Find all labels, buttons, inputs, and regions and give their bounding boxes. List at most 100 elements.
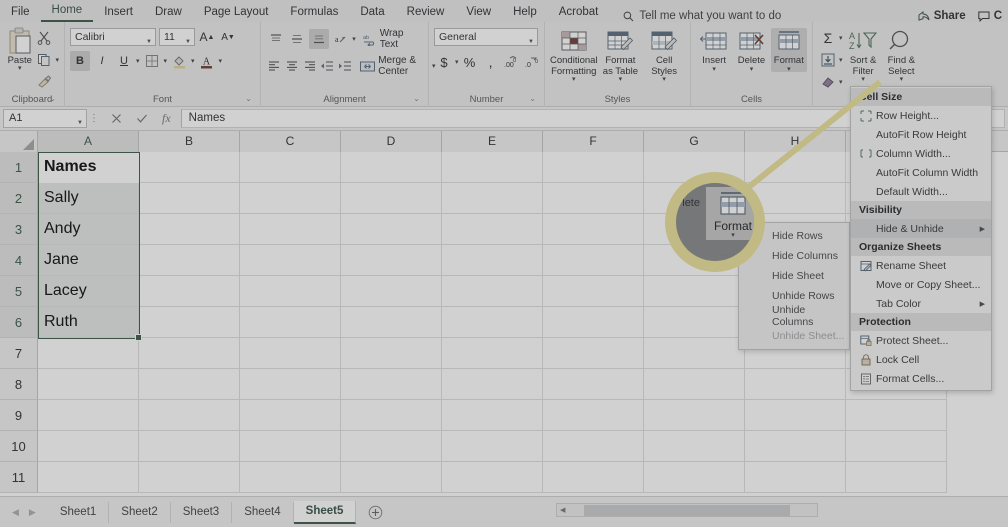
menu-item-row-height[interactable]: Row Height... (851, 106, 991, 125)
cut-icon[interactable] (34, 28, 54, 48)
tab-file[interactable]: File (0, 4, 41, 22)
align-left-icon[interactable] (266, 56, 282, 76)
cell-a3[interactable]: Andy (38, 214, 139, 245)
cell-e1[interactable] (442, 152, 543, 183)
clear-caret[interactable]: ▾ (839, 79, 843, 86)
tab-data[interactable]: Data (349, 4, 395, 22)
cell-i11[interactable] (846, 462, 947, 493)
row-header-11[interactable]: 11 (0, 462, 38, 493)
cell-b3[interactable] (139, 214, 240, 245)
cell-f2[interactable] (543, 183, 644, 214)
fill-color-dropdown-caret[interactable]: ▾ (191, 58, 195, 65)
number-format-combo[interactable]: General ▼ (434, 28, 538, 46)
tab-page-layout[interactable]: Page Layout (193, 4, 280, 22)
row-header-5[interactable]: 5 (0, 276, 38, 307)
menu-item-rename-sheet[interactable]: Rename Sheet (851, 256, 991, 275)
cell-e11[interactable] (442, 462, 543, 493)
tab-draw[interactable]: Draw (144, 4, 193, 22)
fill-color-icon[interactable] (169, 51, 189, 71)
currency-dropdown-caret[interactable]: ▾ (455, 59, 459, 66)
share-button[interactable]: Share (918, 10, 966, 22)
column-header-c[interactable]: C (240, 131, 341, 152)
cell-e10[interactable] (442, 431, 543, 462)
cell-styles-button[interactable]: Cell Styles ▾ (643, 28, 685, 83)
delete-cells-caret[interactable]: ▾ (750, 66, 754, 73)
magnified-format-caret[interactable]: ▾ (731, 232, 735, 239)
row-header-8[interactable]: 8 (0, 369, 38, 400)
align-top-icon[interactable] (266, 29, 286, 49)
font-name-combo[interactable]: Calibri ▼ (70, 28, 156, 46)
menu-item-autofit-column-width[interactable]: AutoFit Column Width (851, 163, 991, 182)
insert-cells-caret[interactable]: ▾ (712, 66, 716, 73)
comments-button[interactable]: C (977, 10, 1002, 22)
cell-a7[interactable] (38, 338, 139, 369)
cell-e7[interactable] (442, 338, 543, 369)
comma-style-button[interactable]: , (481, 52, 501, 72)
cell-d3[interactable] (341, 214, 442, 245)
cell-b1[interactable] (139, 152, 240, 183)
insert-function-icon[interactable]: fx (162, 111, 171, 126)
cell-h1[interactable] (745, 152, 846, 183)
grow-font-button[interactable]: A ▲ (198, 27, 216, 47)
cancel-icon[interactable] (111, 113, 122, 124)
cell-a5[interactable]: Lacey (38, 276, 139, 307)
cell-f10[interactable] (543, 431, 644, 462)
cell-h8[interactable] (745, 369, 846, 400)
cell-g5[interactable] (644, 276, 745, 307)
paste-button[interactable]: Paste ▾ (5, 25, 34, 72)
column-header-e[interactable]: E (442, 131, 543, 152)
wrap-text-button[interactable]: ab Wrap Text (358, 28, 423, 50)
cell-c4[interactable] (240, 245, 341, 276)
cell-a4[interactable]: Jane (38, 245, 139, 276)
cell-h11[interactable] (745, 462, 846, 493)
cell-i9[interactable] (846, 400, 947, 431)
number-dialog-launcher[interactable]: ⌄ (529, 92, 536, 106)
scrollbar-thumb[interactable] (584, 504, 790, 516)
autosum-icon[interactable]: Σ (818, 28, 838, 48)
name-box[interactable]: A1 ▼ (3, 109, 87, 128)
cell-c7[interactable] (240, 338, 341, 369)
clear-icon[interactable] (818, 72, 838, 92)
currency-button[interactable]: $ (434, 52, 454, 72)
row-header-2[interactable]: 2 (0, 183, 38, 214)
format-as-table-button[interactable]: Format as Table ▾ (600, 28, 642, 83)
cell-c1[interactable] (240, 152, 341, 183)
chevron-down-icon[interactable]: ▼ (528, 34, 534, 50)
row-header-6[interactable]: 6 (0, 307, 38, 338)
menu-item-lock-cell[interactable]: Lock Cell (851, 350, 991, 369)
chevron-down-icon[interactable]: ▼ (185, 34, 191, 50)
cell-c2[interactable] (240, 183, 341, 214)
bold-button[interactable]: B (70, 51, 90, 71)
shrink-font-button[interactable]: A ▼ (219, 27, 237, 47)
percent-button[interactable]: % (460, 52, 480, 72)
decrease-indent-icon[interactable] (320, 56, 336, 76)
cell-f9[interactable] (543, 400, 644, 431)
cell-d7[interactable] (341, 338, 442, 369)
cell-c3[interactable] (240, 214, 341, 245)
borders-dropdown-caret[interactable]: ▾ (164, 58, 168, 65)
row-header-1[interactable]: 1 (0, 152, 38, 183)
select-all-corner[interactable] (0, 131, 38, 152)
cell-h10[interactable] (745, 431, 846, 462)
cell-g9[interactable] (644, 400, 745, 431)
row-header-7[interactable]: 7 (0, 338, 38, 369)
align-bottom-icon[interactable] (309, 29, 329, 49)
tab-formulas[interactable]: Formulas (279, 4, 349, 22)
menu-item-unhide-columns[interactable]: Unhide Columns (739, 304, 849, 328)
sheet-next-icon[interactable]: ▶ (29, 507, 36, 518)
tab-review[interactable]: Review (396, 4, 456, 22)
sheet-tab-sheet5[interactable]: Sheet5 (293, 500, 357, 524)
cell-b9[interactable] (139, 400, 240, 431)
cell-g11[interactable] (644, 462, 745, 493)
font-color-icon[interactable]: A (197, 51, 217, 71)
autosum-caret[interactable]: ▾ (839, 35, 843, 42)
tell-me-box[interactable]: Tell me what you want to do (623, 10, 781, 22)
row-header-9[interactable]: 9 (0, 400, 38, 431)
column-header-d[interactable]: D (341, 131, 442, 152)
format-as-table-caret[interactable]: ▾ (619, 76, 623, 83)
tab-help[interactable]: Help (502, 4, 548, 22)
decrease-decimal-icon[interactable]: .0 0 (523, 52, 543, 72)
column-header-a[interactable]: A (38, 131, 139, 152)
menu-item-move-or-copy-sheet[interactable]: Move or Copy Sheet... (851, 275, 991, 294)
cell-d6[interactable] (341, 307, 442, 338)
